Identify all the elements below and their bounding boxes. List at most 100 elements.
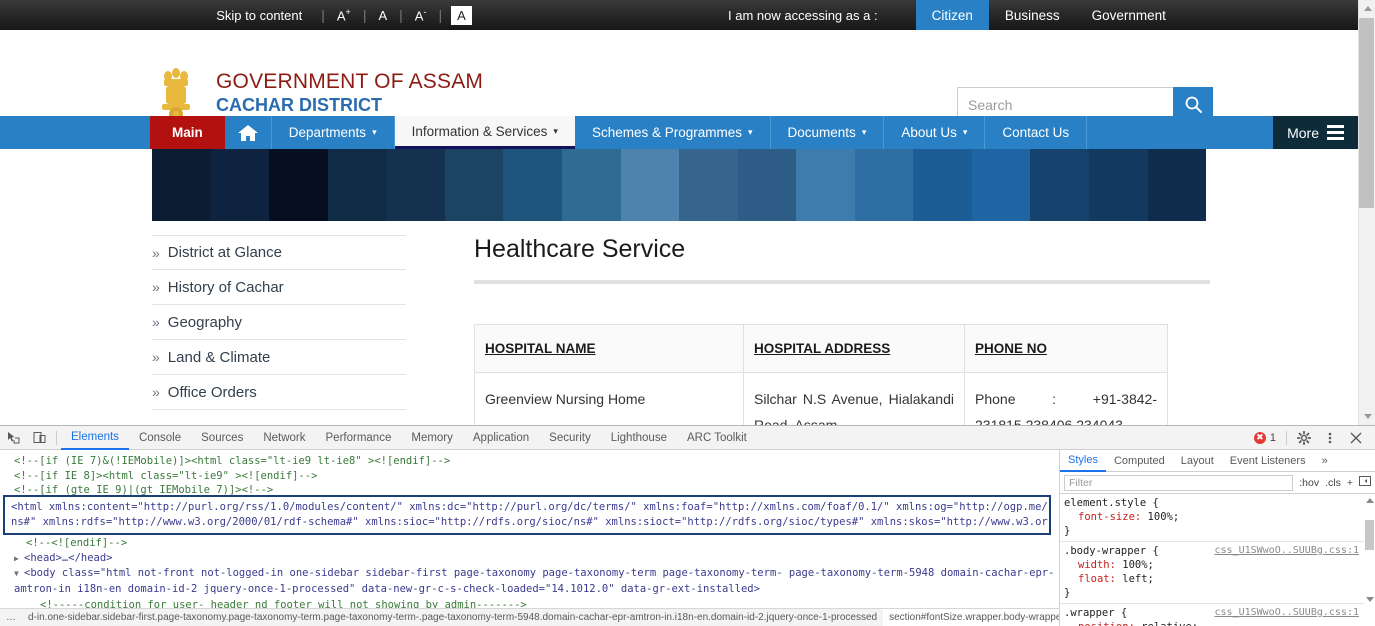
style-rule-body-wrapper[interactable]: css_U1SWwoO..SUUBg.css:1 .body-wrapper {… — [1060, 542, 1375, 604]
audience-tab-business[interactable]: Business — [989, 0, 1076, 30]
sidebar-item-label: History of Cachar — [168, 279, 284, 296]
rule-close: } — [1064, 586, 1371, 600]
styles-tab-event-listeners[interactable]: Event Listeners — [1222, 450, 1314, 472]
scroll-up-arrow-icon[interactable] — [1359, 0, 1375, 17]
page-scrollbar[interactable] — [1358, 0, 1375, 425]
styles-tab-computed[interactable]: Computed — [1106, 450, 1173, 472]
dom-line-head[interactable]: ▶<head>…</head> — [0, 551, 1059, 567]
sidebar-item-label: Land & Climate — [168, 349, 271, 366]
styles-filter-row: Filter :hov .cls + — [1060, 472, 1375, 494]
sidebar-item-geography[interactable]: » Geography — [152, 305, 406, 340]
skip-to-content-link[interactable]: Skip to content — [216, 8, 312, 23]
devtools-tab-network[interactable]: Network — [253, 426, 315, 450]
nav-item-departments[interactable]: Departments ▾ — [272, 116, 395, 149]
sidebar-item-history-of-cachar[interactable]: » History of Cachar — [152, 270, 406, 305]
main-pane: Healthcare Service HOSPITAL NAME HOSPITA… — [406, 235, 1358, 425]
nav-more-label: More — [1287, 125, 1319, 141]
breadcrumb-ellipsis-start[interactable]: … — [0, 609, 22, 626]
devtools-tab-application[interactable]: Application — [463, 426, 539, 450]
main-navigation: Main Departments ▾ Information & Services… — [0, 116, 1358, 149]
devtools-tab-console[interactable]: Console — [129, 426, 191, 450]
audience-tab-citizen[interactable]: Citizen — [916, 0, 989, 30]
dom-line-endif[interactable]: <!--<![endif]--> — [0, 536, 1059, 551]
page-scrollbar-thumb[interactable] — [1359, 18, 1374, 208]
nav-item-home[interactable] — [225, 116, 272, 149]
styles-tab-styles[interactable]: Styles — [1060, 450, 1106, 472]
rule-close: } — [1064, 524, 1371, 538]
rule-declaration[interactable]: width: 100%; — [1064, 558, 1371, 572]
toggle-hover-state-button[interactable]: :hov — [1299, 477, 1319, 489]
breadcrumb-item-body[interactable]: d-in.one-sidebar.sidebar-first.page-taxo… — [22, 609, 883, 626]
devtools-tab-sources[interactable]: Sources — [191, 426, 253, 450]
nav-item-contact-us[interactable]: Contact Us — [985, 116, 1087, 149]
rule-declaration[interactable]: font-size: 100%; — [1064, 510, 1371, 524]
chevron-down-icon: ▾ — [553, 126, 558, 137]
toggle-sidebar-icon[interactable] — [1359, 475, 1371, 490]
font-decrease-button[interactable]: A- — [412, 6, 430, 24]
device-toolbar-icon[interactable] — [26, 426, 52, 450]
high-contrast-button[interactable]: A — [451, 6, 472, 25]
style-rule-wrapper[interactable]: css_U1SWwoO..SUUBg.css:1 .wrapper { posi… — [1060, 604, 1375, 626]
devtools-tab-security[interactable]: Security — [539, 426, 601, 450]
home-icon — [237, 123, 259, 143]
elements-tree[interactable]: <!--[if (IE 7)&(!IEMobile)]><html class=… — [0, 450, 1060, 626]
devtools-tab-elements[interactable]: Elements — [61, 426, 129, 450]
dom-lines: <!--[if (IE 7)&(!IEMobile)]><html class=… — [0, 450, 1059, 498]
styles-scroll-down-icon[interactable] — [1365, 595, 1374, 604]
nav-label: Departments — [289, 125, 366, 140]
devtools-tab-arc-toolkit[interactable]: ARC Toolkit — [677, 426, 757, 450]
divider: | — [354, 7, 376, 23]
dom-line-ie7[interactable]: <!--[if (IE 7)&(!IEMobile)]><html class=… — [0, 454, 1059, 469]
error-icon: ✖ — [1254, 432, 1266, 444]
chevron-down-icon: ▾ — [372, 127, 377, 138]
styles-scrollbar-thumb[interactable] — [1365, 520, 1374, 550]
element-classes-button[interactable]: .cls — [1325, 477, 1341, 489]
breadcrumb-item-section[interactable]: section#fontSize.wrapper.body-wrapper — [883, 609, 1060, 626]
devtools-tab-performance[interactable]: Performance — [316, 426, 402, 450]
nav-item-information-services[interactable]: Information & Services▾ — [395, 116, 575, 149]
new-style-rule-button[interactable]: + — [1347, 477, 1353, 489]
styles-filter-input[interactable]: Filter — [1064, 475, 1293, 491]
error-count-badge[interactable]: ✖ 1 — [1248, 432, 1282, 444]
styles-scrollbar[interactable] — [1364, 494, 1375, 626]
scroll-down-arrow-icon[interactable] — [1359, 408, 1375, 425]
inspect-element-icon[interactable] — [0, 426, 26, 450]
nav-item-schemes-programmes[interactable]: Schemes & Programmes▾ — [575, 116, 771, 149]
selected-dom-node[interactable]: <html xmlns:content="http://purl.org/rss… — [3, 495, 1051, 535]
browser-page-viewport: Skip to content | A+ | A | A- | A I am n… — [0, 0, 1375, 425]
rule-declaration[interactable]: float: left; — [1064, 572, 1371, 586]
devtools-tab-memory[interactable]: Memory — [401, 426, 463, 450]
nav-item-about-us[interactable]: About Us▾ — [884, 116, 985, 149]
styles-tab-overflow-icon[interactable]: » — [1314, 450, 1336, 472]
styles-tab-layout[interactable]: Layout — [1173, 450, 1222, 472]
dom-line-ie8[interactable]: <!--[if IE 8]><html class="lt-ie9" ><![e… — [0, 469, 1059, 484]
font-normal-button[interactable]: A — [375, 7, 390, 24]
nav-more-button[interactable]: More — [1273, 116, 1358, 149]
devtools-tab-lighthouse[interactable]: Lighthouse — [601, 426, 677, 450]
cell-hospital-name: Greenview Nursing Home — [475, 373, 744, 426]
audience-tab-government[interactable]: Government — [1076, 0, 1182, 30]
chevron-right-icon: » — [152, 384, 160, 400]
font-increase-button[interactable]: A+ — [334, 6, 354, 24]
styles-scroll-up-icon[interactable] — [1365, 496, 1374, 505]
sidebar-item-office-orders[interactable]: » Office Orders — [152, 375, 406, 410]
rule-source-link[interactable]: css_U1SWwoO..SUUBg.css:1 — [1215, 606, 1360, 620]
nav-right-spacer — [1087, 116, 1273, 149]
cell-hospital-address: Silchar N.S Avenue, Hialakandi Road, Ass… — [744, 373, 965, 426]
gear-icon[interactable] — [1291, 426, 1317, 450]
style-rule-element-style[interactable]: element.style { font-size: 100%; } — [1060, 494, 1375, 542]
dom-line-body[interactable]: ▼<body class="html not-front not-logged-… — [0, 566, 1059, 596]
sidebar-item-label: Office Orders — [168, 384, 257, 401]
close-icon[interactable] — [1343, 426, 1369, 450]
sidebar-item-land-climate[interactable]: » Land & Climate — [152, 340, 406, 375]
kebab-menu-icon[interactable] — [1317, 426, 1343, 450]
sidebar-item-district-at-glance[interactable]: » District at Glance — [152, 235, 406, 270]
rule-source-link[interactable]: css_U1SWwoO..SUUBg.css:1 — [1215, 544, 1360, 558]
nav-item-documents[interactable]: Documents▾ — [771, 116, 885, 149]
search-icon — [1184, 95, 1203, 114]
nav-item-main[interactable]: Main — [150, 116, 225, 149]
sidebar-item-label: District at Glance — [168, 244, 282, 261]
chevron-right-icon: » — [152, 245, 160, 261]
divider — [1286, 431, 1287, 445]
rule-declaration[interactable]: position: relative; — [1064, 620, 1371, 626]
